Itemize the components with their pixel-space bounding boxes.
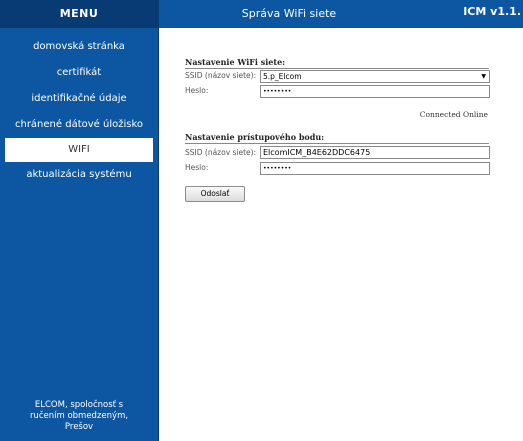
connection-status: Connected Online [419, 110, 488, 119]
menu-item-certificate[interactable]: certifikát [0, 60, 158, 86]
menu-item-system-update[interactable]: aktualizácia systému [0, 162, 158, 188]
ap-ssid-label: SSID (názov siete): [185, 148, 257, 157]
menu-item-wifi[interactable]: WIFI [5, 138, 153, 162]
company-info: ELCOM, spoločnosť s ručením obmedzeným, … [29, 400, 129, 432]
wifi-ssid-label: SSID (názov siete): [185, 71, 257, 80]
wifi-ssid-value: 5.p_Elcom [263, 72, 302, 81]
version-label: ICM v1.1. [463, 5, 521, 18]
app-window: MENU domovská stránka certifikát identif… [0, 0, 523, 441]
ap-ssid-input[interactable]: ElcomICM_B4E62DDC6475 [260, 146, 490, 159]
menu-title: MENU [0, 0, 158, 28]
sidebar: MENU domovská stránka certifikát identif… [0, 0, 159, 441]
page-title: Správa WiFi siete [241, 7, 337, 20]
main-content: Nastavenie WiFi siete: SSID (názov siete… [159, 28, 523, 441]
ap-password-input[interactable]: •••••••• [260, 162, 490, 175]
wifi-password-label: Heslo: [185, 86, 209, 95]
menu-item-secure-storage[interactable]: chránené dátové úložisko [0, 112, 158, 138]
ap-section-title: Nastavenie prístupového bodu: [185, 132, 489, 144]
wifi-ssid-select[interactable]: 5.p_Elcom ▼ [260, 70, 490, 83]
dropdown-arrow-icon: ▼ [481, 73, 486, 80]
wifi-section-title: Nastavenie WiFi siete: [185, 57, 489, 69]
menu-item-home[interactable]: domovská stránka [0, 34, 158, 60]
menu-item-identification[interactable]: identifikačné údaje [0, 86, 158, 112]
ap-password-label: Heslo: [185, 163, 209, 172]
submit-button[interactable]: Odoslať [185, 186, 245, 202]
header-bar: Správa WiFi siete ICM v1.1. [159, 0, 523, 28]
menu-list: domovská stránka certifikát identifikačn… [0, 28, 158, 188]
wifi-password-input[interactable]: •••••••• [260, 85, 490, 98]
